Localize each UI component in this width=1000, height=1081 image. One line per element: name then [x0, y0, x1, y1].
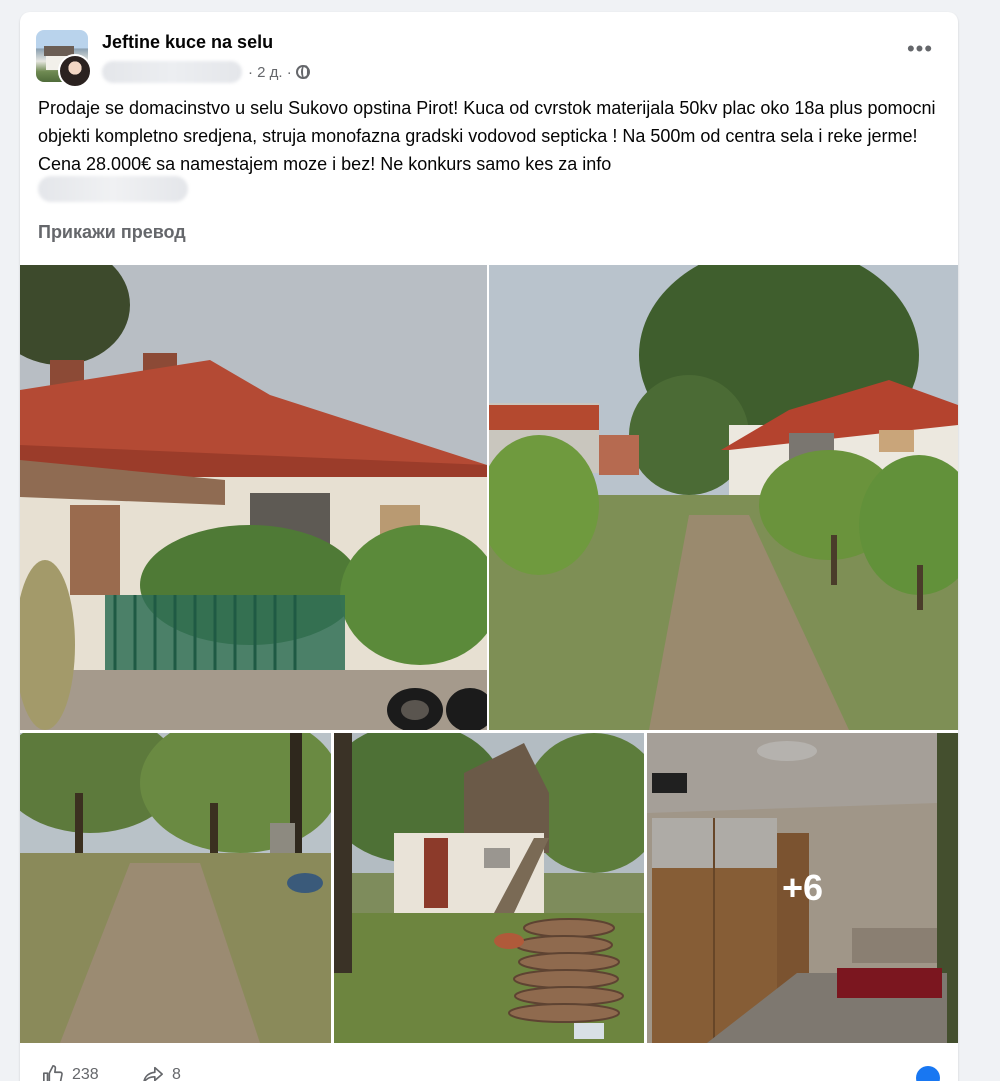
- share-count-value: 8: [172, 1066, 181, 1081]
- like-count-value: 238: [72, 1066, 99, 1081]
- show-translation-link[interactable]: Прикажи превод: [38, 222, 186, 243]
- more-photos-count[interactable]: +6: [647, 733, 958, 1043]
- photo-yard-image: [489, 265, 958, 730]
- group-name-link[interactable]: Jeftine kuce na selu: [102, 32, 273, 53]
- post-meta: · 2 д. ·: [102, 61, 310, 83]
- post-header: Jeftine kuce na selu · 2 д. · •••: [20, 12, 958, 92]
- photo-path[interactable]: [20, 733, 331, 1043]
- share-icon: [143, 1066, 163, 1081]
- like-count[interactable]: 238: [42, 1064, 99, 1081]
- photo-house-front[interactable]: [20, 265, 487, 730]
- meta-separator-2: ·: [286, 63, 292, 81]
- post-footer: 238 8: [20, 1052, 958, 1081]
- photo-yard[interactable]: [489, 265, 958, 730]
- author-avatar[interactable]: [58, 54, 92, 88]
- photo-outbuilding[interactable]: [334, 733, 644, 1043]
- contact-info-redacted: [38, 176, 188, 202]
- photo-path-image: [20, 733, 331, 1043]
- post-timestamp[interactable]: 2 д.: [257, 64, 282, 81]
- share-count[interactable]: 8: [142, 1064, 181, 1081]
- photo-outbuilding-image: [334, 733, 644, 1043]
- post-text: Prodaje se domacinstvo u selu Sukovo ops…: [38, 98, 936, 174]
- author-name-redacted: [102, 61, 242, 83]
- more-options-icon[interactable]: •••: [902, 38, 938, 66]
- post-card: Jeftine kuce na selu · 2 д. · ••• Prodaj…: [20, 12, 958, 1081]
- thumbs-up-icon: [43, 1065, 63, 1081]
- globe-icon: [295, 65, 310, 79]
- like-reaction-icon: [916, 1066, 940, 1081]
- photo-bedroom[interactable]: +6: [647, 733, 958, 1043]
- meta-separator: ·: [248, 63, 253, 81]
- photo-house-front-image: [20, 265, 487, 730]
